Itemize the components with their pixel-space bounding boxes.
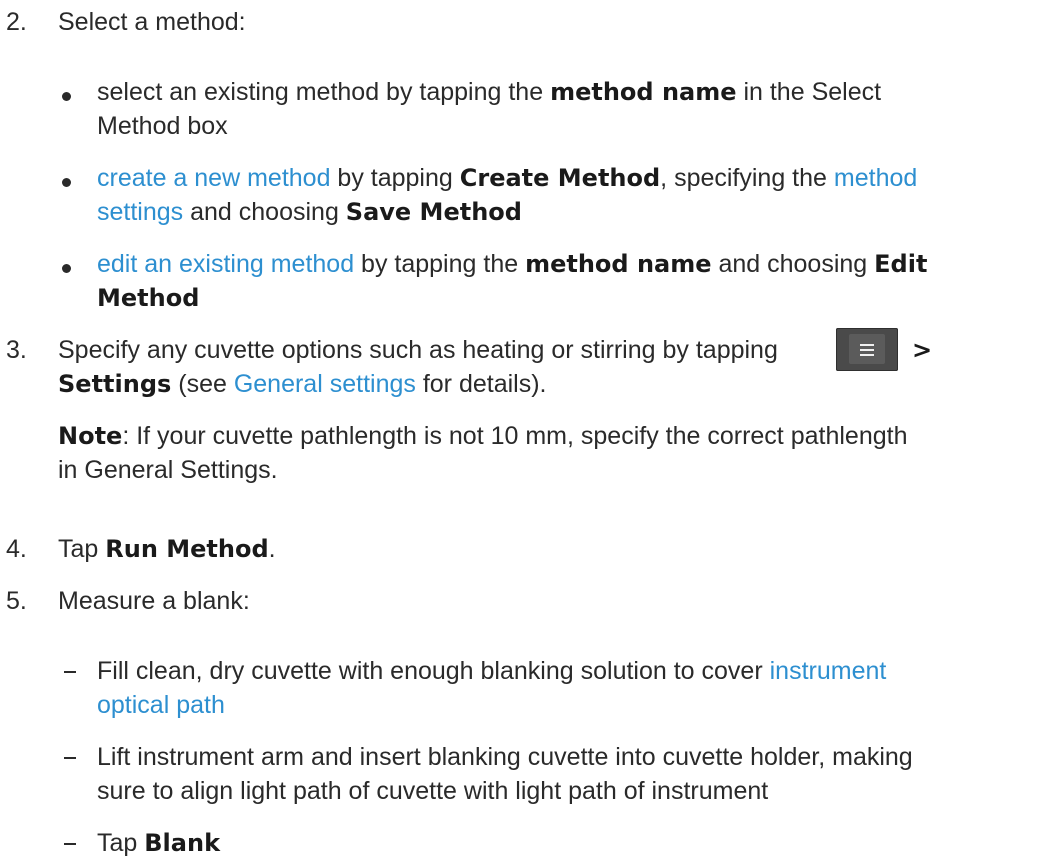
bullet-select-existing: select an existing method by tapping the…: [97, 75, 997, 109]
bullet-dot: [62, 178, 71, 187]
bullet-text: in the Select: [736, 78, 882, 106]
bold-settings: Settings: [58, 370, 172, 398]
link-optical-path-cont[interactable]: optical path: [97, 691, 225, 719]
step-text: (see: [171, 370, 234, 398]
step-3-text: Specify any cuvette options such as heat…: [58, 336, 778, 364]
bullet-text: and choosing: [711, 250, 875, 278]
bullet-create-new-line2: settings and choosing Save Method: [97, 195, 522, 229]
step-4-number: 4.: [6, 535, 27, 563]
hamburger-menu-icon[interactable]: [836, 328, 898, 371]
bullet-text: select an existing method by tapping the: [97, 78, 551, 106]
bullet-text: and choosing: [183, 198, 346, 226]
bullet-select-existing-line2: Method box: [97, 112, 228, 140]
step-3-line2: Settings (see General settings for detai…: [58, 367, 958, 401]
dash-marker: [64, 757, 76, 759]
step-2-title: Select a method:: [58, 8, 246, 36]
link-edit-existing-method[interactable]: edit an existing method: [97, 250, 354, 278]
step-3-number: 3.: [6, 336, 27, 364]
bullet-edit-existing: edit an existing method by tapping the m…: [97, 247, 1037, 281]
bullet-text: by tapping the: [354, 250, 526, 278]
note-label: Note: [58, 422, 123, 450]
menu-line: [860, 344, 874, 346]
bold-method-name: method name: [550, 78, 737, 106]
bold-method: Method: [97, 284, 200, 312]
dash-insert-cuvette-line2: sure to align light path of cuvette with…: [97, 777, 769, 805]
note-line1: Note: If your cuvette pathlength is not …: [58, 419, 1038, 453]
chevron-right-icon: >: [912, 336, 933, 364]
step-text: .: [268, 535, 276, 563]
bold-create-method: Create Method: [459, 164, 661, 192]
dash-tap-blank: Tap Blank: [97, 826, 220, 860]
step-4-text: Tap Run Method.: [58, 532, 276, 566]
dash-text: Tap: [97, 829, 145, 857]
bold-edit: Edit: [874, 250, 928, 278]
dash-insert-cuvette: Lift instrument arm and insert blanking …: [97, 743, 913, 771]
bullet-create-new: create a new method by tapping Create Me…: [97, 161, 1037, 195]
bullet-text: by tapping: [330, 164, 460, 192]
dash-marker: [64, 671, 76, 673]
dash-text: Fill clean, dry cuvette with enough blan…: [97, 657, 770, 685]
bullet-dot: [62, 264, 71, 273]
bold-save-method: Save Method: [345, 198, 522, 226]
bullet-edit-existing-line2: Method: [97, 281, 199, 315]
bold-blank: Blank: [144, 829, 221, 857]
note-line2: in General Settings.: [58, 456, 278, 484]
dash-fill-cuvette: Fill clean, dry cuvette with enough blan…: [97, 654, 1037, 688]
dash-marker: [64, 843, 76, 845]
bold-method-name: method name: [525, 250, 712, 278]
menu-line: [860, 354, 874, 356]
step-5-number: 5.: [6, 587, 27, 615]
step-text: for details).: [415, 370, 547, 398]
link-general-settings[interactable]: General settings: [234, 370, 416, 398]
bold-run-method: Run Method: [105, 535, 269, 563]
step-2-number: 2.: [6, 8, 27, 36]
link-method-settings[interactable]: method: [834, 164, 917, 192]
menu-line: [860, 349, 874, 351]
step-text: Tap: [58, 535, 106, 563]
bullet-text: , specifying the: [660, 164, 834, 192]
link-method-settings-cont[interactable]: settings: [97, 198, 183, 226]
link-instrument-optical-path[interactable]: instrument: [770, 657, 887, 685]
step-5-title: Measure a blank:: [58, 587, 250, 615]
link-create-new-method[interactable]: create a new method: [97, 164, 330, 192]
bullet-dot: [62, 92, 71, 101]
dash-fill-cuvette-line2: optical path: [97, 688, 225, 722]
note-text: : If your cuvette pathlength is not 10 m…: [122, 422, 908, 450]
